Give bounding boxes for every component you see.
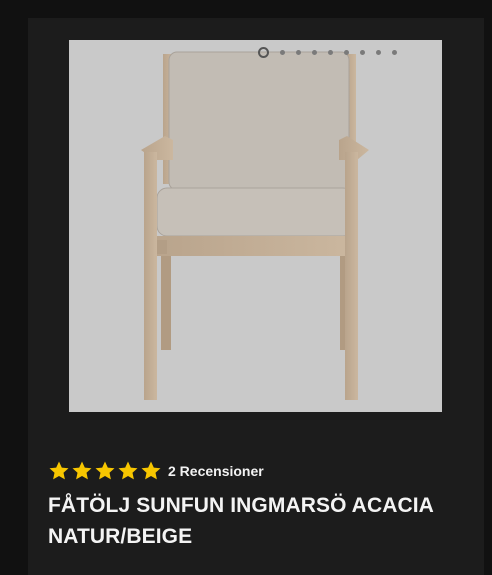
- product-title: FÅTÖLJ SUNFUN INGMARSÖ ACACIA NATUR/BEIG…: [48, 490, 448, 552]
- star-icon: [72, 461, 92, 480]
- review-count[interactable]: 2 Recensioner: [168, 463, 264, 479]
- star-icon: [95, 461, 115, 480]
- gallery-dot[interactable]: [280, 49, 285, 55]
- star-icon: [141, 461, 161, 480]
- gallery-pagination: [258, 46, 397, 58]
- gallery-dot[interactable]: [258, 46, 269, 58]
- gallery-dot[interactable]: [328, 49, 333, 55]
- gallery-dot[interactable]: [312, 49, 317, 55]
- product-image[interactable]: [69, 40, 442, 412]
- chair-illustration: [141, 51, 369, 400]
- gallery-dot[interactable]: [296, 49, 301, 55]
- star-icon: [49, 461, 69, 480]
- star-icon: [118, 461, 138, 480]
- gallery-dot[interactable]: [392, 49, 397, 55]
- product-title-line-1: FÅTÖLJ SUNFUN INGMARSÖ ACACIA: [48, 494, 434, 517]
- gallery-dot[interactable]: [376, 49, 381, 55]
- product-title-line-2: NATUR/BEIGE: [48, 525, 193, 548]
- star-rating: [48, 460, 162, 482]
- gallery-dot[interactable]: [360, 49, 365, 55]
- rating-row[interactable]: 2 Recensioner: [48, 460, 264, 482]
- gallery-dot[interactable]: [344, 49, 349, 55]
